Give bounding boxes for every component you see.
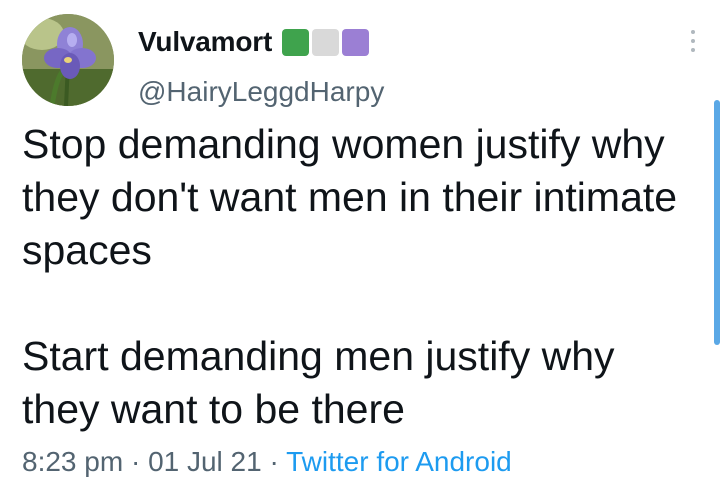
- tweet-meta: 8:23 pm · 01 Jul 21 · Twitter for Androi…: [22, 446, 512, 478]
- iris-flower-icon: [22, 14, 114, 106]
- scrollbar[interactable]: [714, 100, 720, 345]
- more-vertical-icon[interactable]: [688, 30, 698, 52]
- meta-separator: ·: [269, 446, 279, 477]
- tweet-date[interactable]: 01 Jul 21: [148, 446, 262, 477]
- display-name[interactable]: Vulvamort: [138, 26, 272, 58]
- tweet-header: Vulvamort @HairyLeggdHarpy: [138, 20, 384, 108]
- tweet-paragraph-1: Stop demanding women justify why they do…: [22, 121, 678, 273]
- tweet-time[interactable]: 8:23 pm: [22, 446, 123, 477]
- tweet-paragraph-2: Start demanding men justify why they wan…: [22, 333, 615, 432]
- meta-separator: ·: [130, 446, 141, 477]
- flag-emoji: [282, 28, 370, 56]
- green-square-icon: [282, 28, 310, 56]
- purple-square-icon: [342, 28, 370, 56]
- avatar[interactable]: [22, 14, 114, 106]
- white-square-icon: [312, 28, 340, 56]
- name-row: Vulvamort: [138, 20, 384, 64]
- user-handle[interactable]: @HairyLeggdHarpy: [138, 76, 384, 108]
- tweet-text: Stop demanding women justify why they do…: [22, 118, 682, 436]
- tweet-source-link[interactable]: Twitter for Android: [286, 446, 512, 477]
